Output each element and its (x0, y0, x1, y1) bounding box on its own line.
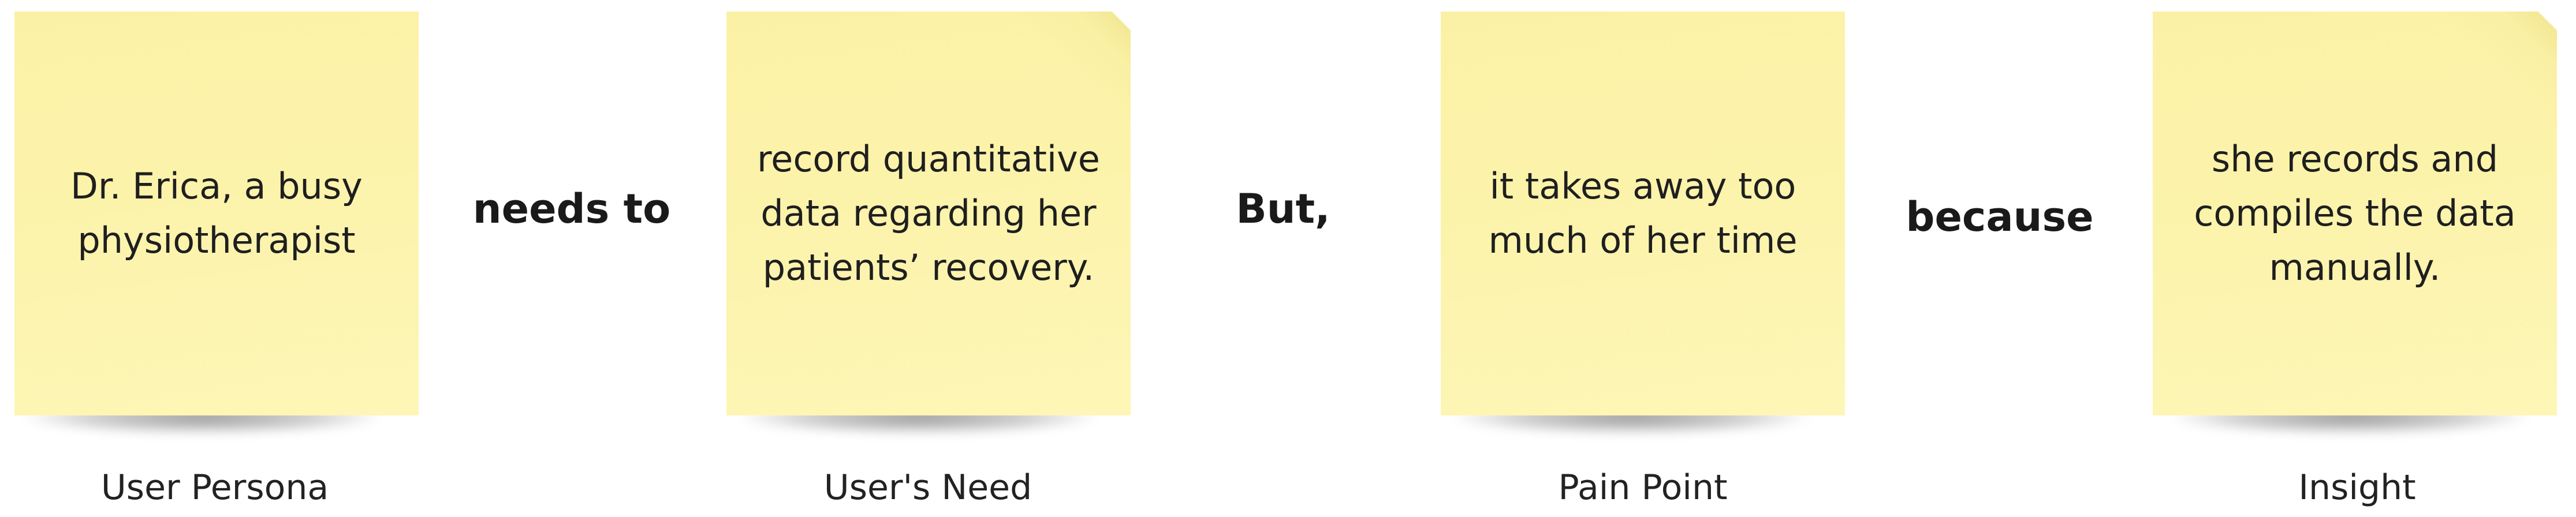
connector-but: But, (1236, 185, 1330, 233)
label-insight: Insight (2298, 467, 2416, 508)
note-text: record quantitative data regarding her p… (757, 138, 1100, 289)
sticky-note-pain-point[interactable]: it takes away too much of her time (1441, 12, 1845, 415)
label-users-need: User's Need (823, 467, 1032, 508)
sticky-note-insight[interactable]: she records and compiles the data manual… (2153, 12, 2557, 415)
connector-needs-to: needs to (472, 185, 671, 233)
sticky-note-users-need[interactable]: record quantitative data regarding her p… (726, 12, 1131, 415)
label-user-persona: User Persona (100, 467, 329, 508)
note-text: she records and compiles the data manual… (2194, 138, 2516, 289)
connector-because: because (1906, 193, 2094, 241)
label-pain-point: Pain Point (1558, 467, 1728, 508)
note-text: Dr. Erica, a busy physiotherapist (70, 165, 363, 261)
sticky-note-user-persona[interactable]: Dr. Erica, a busy physiotherapist (14, 12, 419, 415)
note-text: it takes away too much of her time (1488, 165, 1798, 261)
